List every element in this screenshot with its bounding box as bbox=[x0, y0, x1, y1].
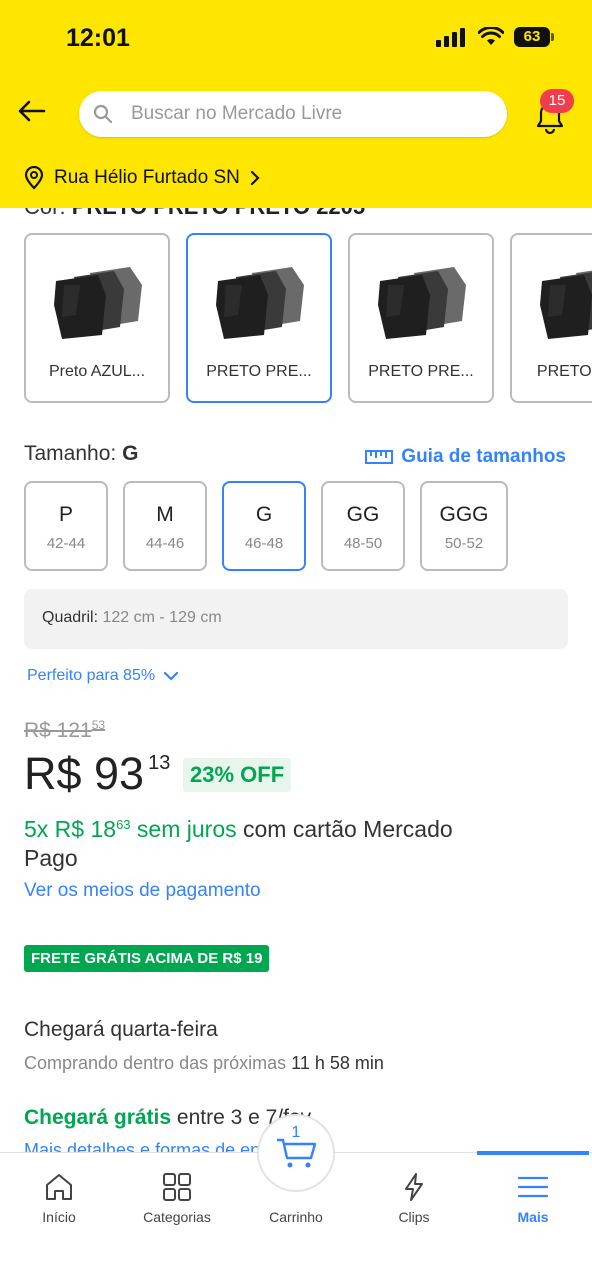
variant-option-2[interactable]: PRETO PRE... bbox=[186, 233, 332, 403]
color-variants: Preto AZUL... PRETO PRE... PRETO PRE... bbox=[24, 233, 592, 403]
size-value: G bbox=[122, 442, 139, 465]
variant-option-1[interactable]: Preto AZUL... bbox=[24, 233, 170, 403]
nav-cart-label: Carrinho bbox=[269, 1209, 323, 1225]
lightning-icon bbox=[405, 1173, 423, 1201]
variant-label: PRETO PRE... bbox=[368, 363, 474, 380]
chevron-right-icon bbox=[250, 170, 260, 186]
variant-label: PRETO PRE... bbox=[206, 363, 312, 380]
variant-option-3[interactable]: PRETO PRE... bbox=[348, 233, 494, 403]
size-options: P 42-44 M 44-46 G 46-48 GG 48-50 GGG 50-… bbox=[24, 481, 508, 571]
nav-clips[interactable]: Clips bbox=[355, 1171, 473, 1225]
size-option-g[interactable]: G 46-48 bbox=[222, 481, 306, 571]
menu-icon bbox=[517, 1176, 549, 1198]
search-icon bbox=[93, 104, 113, 124]
address-selector[interactable]: Rua Hélio Furtado SN bbox=[24, 166, 260, 190]
product-thumbnail bbox=[216, 267, 304, 339]
grid-icon bbox=[163, 1173, 191, 1201]
wifi-icon bbox=[478, 27, 504, 45]
app-header: 12:01 63 15 bbox=[0, 0, 592, 208]
arrow-left-icon bbox=[18, 100, 46, 122]
status-time: 12:01 bbox=[66, 24, 130, 52]
active-tab-indicator bbox=[477, 1151, 589, 1155]
installments-info: 5x R$ 1863 sem juros com cartão Mercado … bbox=[24, 816, 453, 871]
discount-badge: 23% OFF bbox=[183, 758, 292, 792]
size-option-m[interactable]: M 44-46 bbox=[123, 481, 207, 571]
product-thumbnail bbox=[540, 270, 592, 339]
size-guide-link[interactable]: Guia de tamanhos bbox=[365, 446, 566, 468]
color-value: PRETO PRETO PRETO 2205 bbox=[72, 208, 365, 219]
nav-more[interactable]: Mais bbox=[474, 1171, 592, 1225]
notifications-badge: 15 bbox=[540, 89, 574, 113]
product-thumbnail bbox=[378, 267, 466, 339]
measurement-info: Quadril: 122 cm - 129 cm bbox=[24, 589, 568, 649]
fit-dropdown[interactable]: Perfeito para 85% bbox=[27, 667, 179, 685]
search-bar[interactable] bbox=[79, 91, 507, 137]
status-icons: 63 bbox=[436, 27, 554, 47]
cart-icon bbox=[277, 1138, 317, 1168]
address-text: Rua Hélio Furtado SN bbox=[54, 167, 240, 188]
buy-within-text: Comprando dentro das próximas 11 h 58 mi… bbox=[24, 1053, 384, 1073]
size-option-gg[interactable]: GG 48-50 bbox=[321, 481, 405, 571]
size-option-ggg[interactable]: GGG 50-52 bbox=[420, 481, 508, 571]
battery-icon: 63 bbox=[514, 27, 554, 47]
home-icon bbox=[46, 1174, 72, 1200]
product-content[interactable]: Cor: PRETO PRETO PRETO 2205 Preto AZUL..… bbox=[0, 208, 592, 1152]
current-price: R$ 93 13 bbox=[24, 748, 171, 799]
chevron-down-icon bbox=[163, 671, 179, 681]
variant-label: Preto AZUL... bbox=[48, 363, 146, 380]
nav-categories[interactable]: Categorias bbox=[118, 1171, 236, 1225]
old-price: R$ 12153 bbox=[24, 718, 106, 742]
size-heading: Tamanho: G bbox=[24, 442, 139, 465]
variant-label: PRETO PRE bbox=[536, 363, 592, 380]
free-shipping-badge: FRETE GRÁTIS ACIMA DE R$ 19 bbox=[24, 945, 270, 972]
size-option-p[interactable]: P 42-44 bbox=[24, 481, 108, 571]
payment-methods-link[interactable]: Ver os meios de pagamento bbox=[24, 880, 261, 902]
color-heading: Cor: PRETO PRETO PRETO 2205 bbox=[24, 208, 365, 220]
search-input[interactable] bbox=[131, 103, 471, 125]
nav-cart[interactable]: 1 bbox=[257, 1114, 335, 1192]
arrival-text: Chegará quarta-feira bbox=[24, 1018, 218, 1041]
variant-option-4[interactable]: PRETO PRE bbox=[510, 233, 592, 403]
location-pin-icon bbox=[24, 166, 44, 190]
back-button[interactable] bbox=[14, 94, 48, 128]
nav-home[interactable]: Início bbox=[0, 1171, 118, 1225]
signal-icon bbox=[436, 28, 465, 47]
product-thumbnail bbox=[54, 267, 142, 339]
ruler-icon bbox=[365, 450, 394, 464]
